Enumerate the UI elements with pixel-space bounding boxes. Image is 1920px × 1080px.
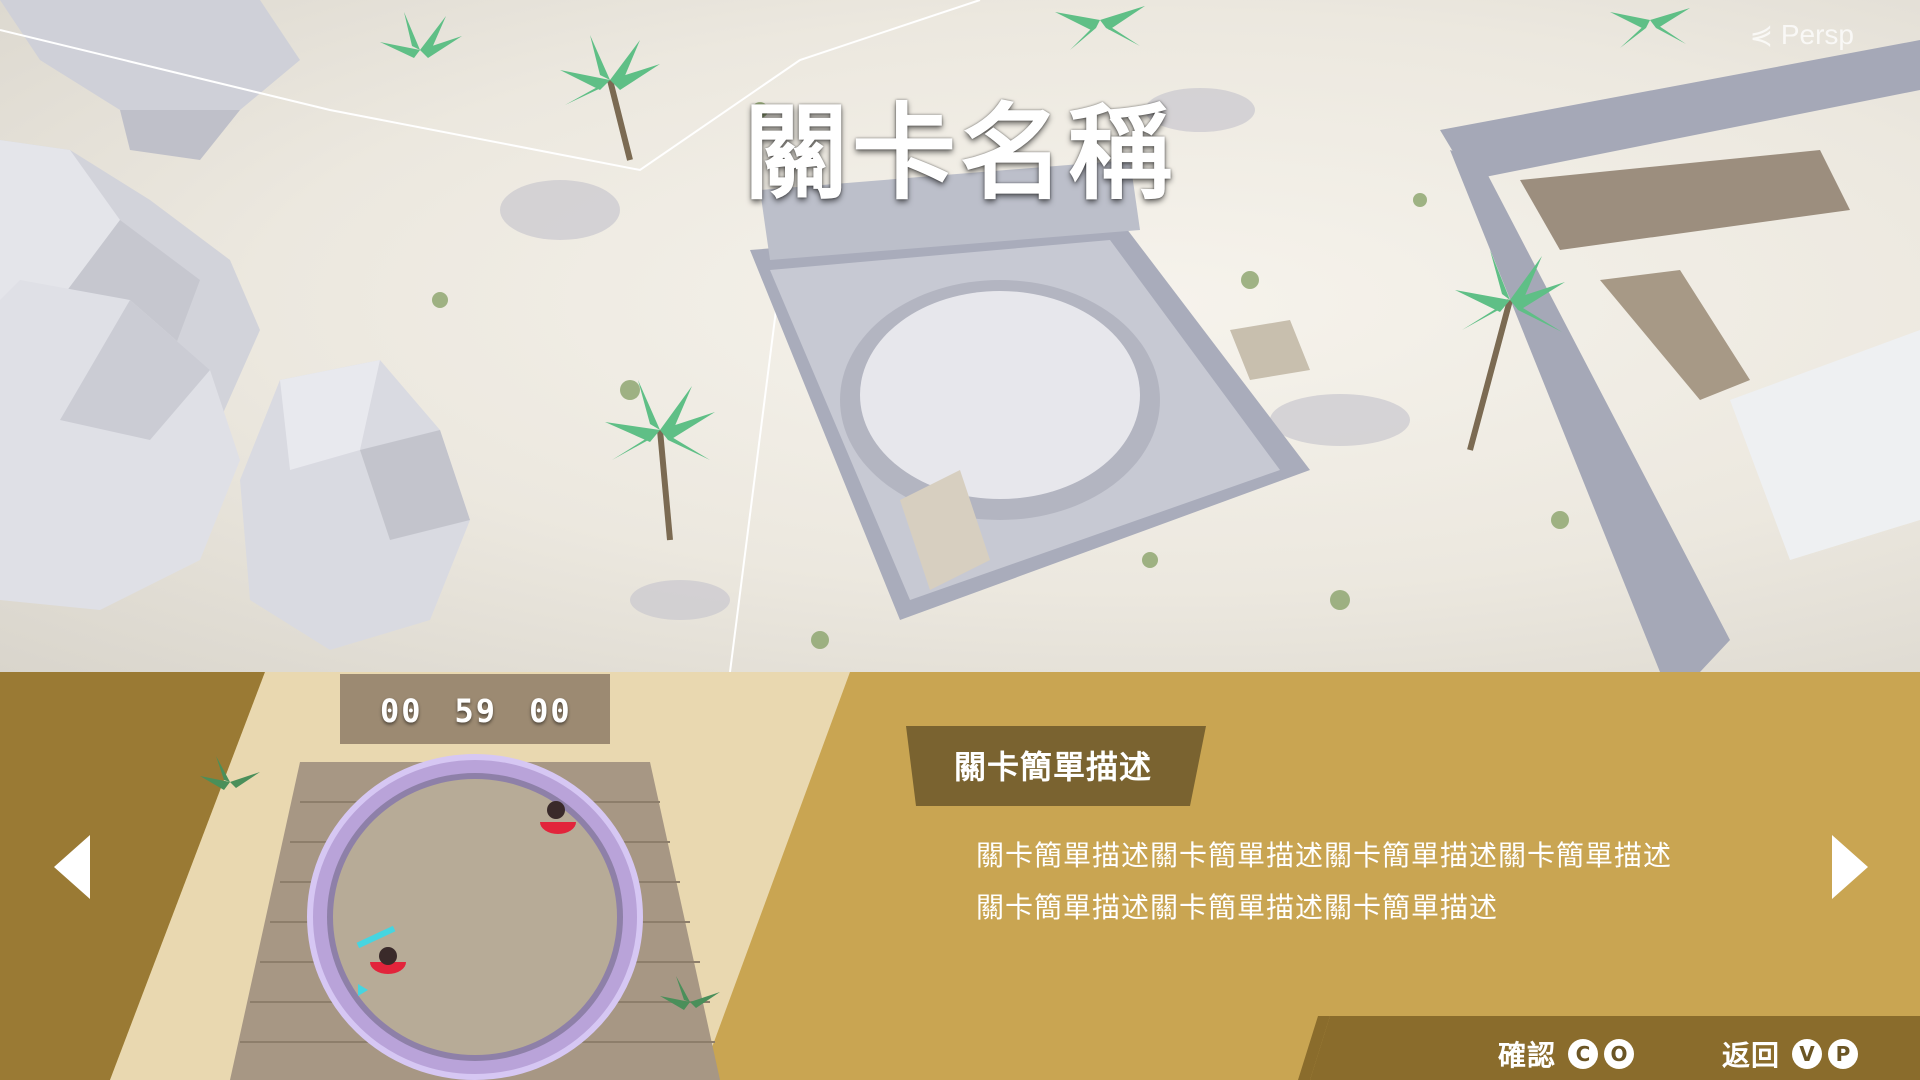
description-header: 關卡簡單描述 (954, 748, 1153, 786)
timer-minutes: 00 (380, 692, 423, 730)
previous-level-button[interactable] (54, 835, 90, 899)
key-p-icon: P (1828, 1039, 1859, 1069)
next-level-button[interactable] (1832, 835, 1868, 899)
key-o-icon: O (1604, 1039, 1635, 1069)
level-preview-scene: ⋞ Persp 關卡名稱 (0, 0, 1920, 672)
match-timer: 00 59 00 (380, 692, 604, 730)
back-hint[interactable]: 返回 V P (1722, 1034, 1864, 1074)
timer-seconds: 59 (454, 692, 498, 730)
description-line: 關卡簡單描述關卡簡單描述關卡簡單描述關卡簡單描述 (976, 839, 1673, 872)
confirm-hint[interactable]: 確認 C O (1498, 1034, 1640, 1074)
key-c-icon: C (1568, 1039, 1599, 1069)
timer-centiseconds: 00 (529, 692, 572, 730)
arena-fortress (750, 160, 1310, 620)
confirm-label: 確認 (1498, 1039, 1557, 1072)
level-title: 關卡名稱 (743, 92, 1176, 214)
level-info-panel: 00 59 00 關卡簡單描述 關卡簡單描述關卡簡單描述關卡簡單描述關卡簡單描述 關… (0, 672, 1920, 1080)
back-label: 返回 (1722, 1039, 1781, 1072)
panel-art (0, 672, 1920, 1080)
view-mode-label: ⋞ Persp (1749, 19, 1854, 50)
description-line: 關卡簡單描述關卡簡單描述關卡簡單描述 (976, 891, 1499, 924)
key-v-icon: V (1792, 1039, 1823, 1069)
